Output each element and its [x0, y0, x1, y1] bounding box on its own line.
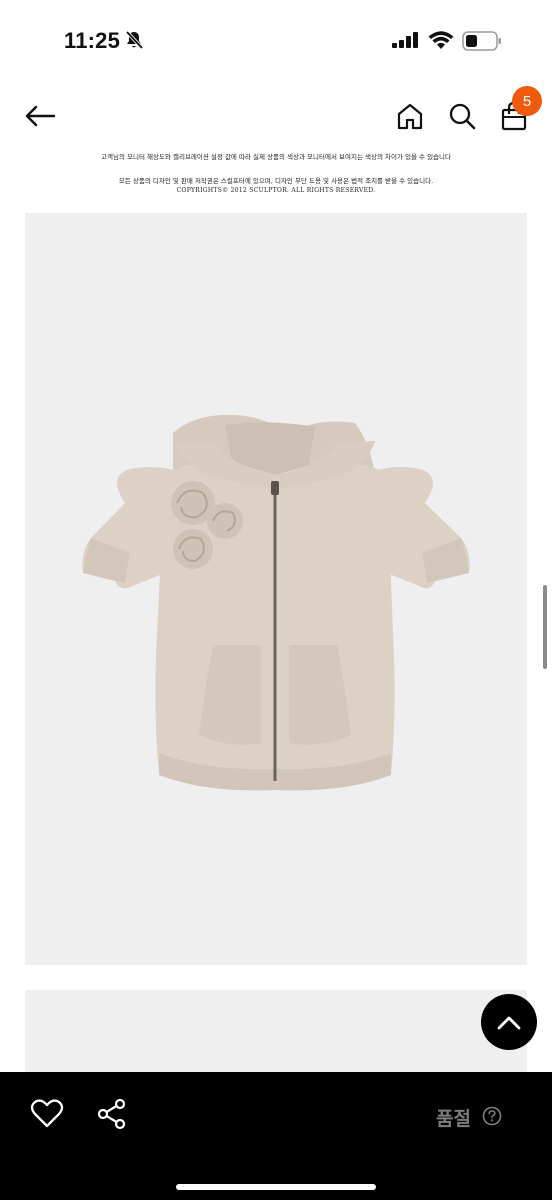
- share-icon: [97, 1098, 126, 1130]
- hoodie-illustration: [82, 414, 470, 791]
- share-button[interactable]: [96, 1098, 128, 1135]
- sold-out-label: 품절: [436, 1108, 471, 1130]
- help-icon[interactable]: [482, 1106, 502, 1126]
- copyright-notice: 모든 상품의 디자인 및 판매 저작권은 스컬프터에 있으며, 디자인 무단 도…: [118, 177, 434, 185]
- scroll-to-top-button[interactable]: [481, 994, 537, 1050]
- product-image-2: [25, 990, 527, 1080]
- bell-muted-icon: [125, 30, 144, 50]
- back-arrow-icon: [25, 105, 56, 127]
- scroll-indicator[interactable]: [543, 585, 547, 669]
- chevron-up-icon: [497, 1016, 521, 1030]
- rosette-2: [207, 503, 243, 539]
- copyright-line: COPYRIGHTS© 2012 SCULPTOR. ALL RIGHTS RE…: [176, 187, 376, 194]
- signal-icon: [392, 32, 418, 48]
- wifi-icon: [428, 31, 454, 49]
- cart-count-badge: 5: [512, 86, 542, 116]
- home-indicator: [176, 1184, 376, 1190]
- battery-icon: [462, 31, 501, 51]
- bottom-bar: 품절: [0, 1072, 552, 1200]
- status-time: 11:25: [64, 28, 121, 53]
- status-bar: 11:25: [0, 0, 552, 80]
- rosette-3: [173, 529, 213, 569]
- search-icon: [449, 103, 476, 130]
- heart-icon: [30, 1099, 64, 1128]
- monitor-color-notice: 고객님의 모니터 해상도와 캘리브레이션 설정 값에 따라 실제 상품의 색상과…: [101, 153, 451, 161]
- home-button[interactable]: [388, 90, 432, 142]
- back-button[interactable]: [18, 90, 62, 142]
- header: [0, 90, 552, 146]
- product-image: [25, 213, 527, 965]
- home-icon: [397, 103, 423, 130]
- search-button[interactable]: [440, 90, 484, 142]
- wishlist-button[interactable]: [30, 1098, 64, 1135]
